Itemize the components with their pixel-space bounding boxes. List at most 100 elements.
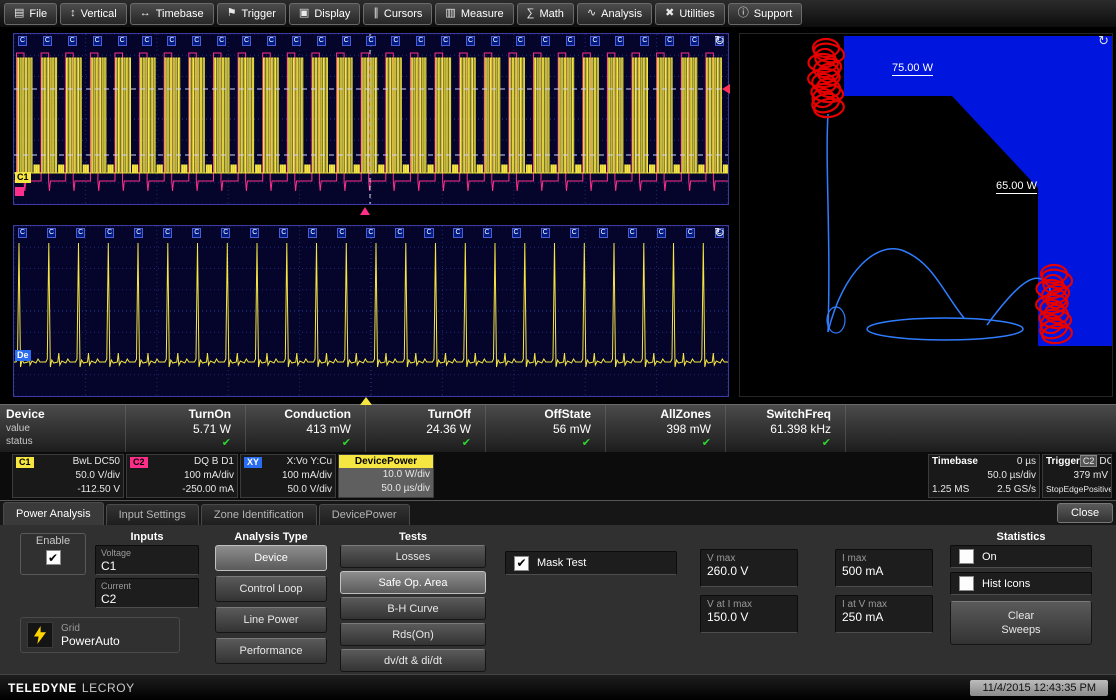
voltage-input-field[interactable]: Voltage C1 [95, 545, 199, 575]
zone-marker: C [453, 228, 462, 238]
menu-item-timebase[interactable]: ↔Timebase [130, 3, 214, 25]
zone-marker: C [424, 228, 433, 238]
menu-item-display[interactable]: ▣Display [289, 3, 360, 25]
menu-item-trigger[interactable]: ⚑Trigger [217, 3, 286, 25]
c1-descriptor[interactable]: C1BwL DC50 50.0 V/div -112.50 V [12, 454, 124, 498]
clear-sweeps-line1: Clear [1008, 609, 1034, 623]
rotate-view-icon[interactable]: ↻ [714, 34, 725, 48]
trigger-descriptor[interactable]: TriggerC2DC 379 mV StopEdgePositive [1042, 454, 1112, 498]
zone-marker: C [466, 36, 475, 46]
xy-descriptor[interactable]: XYX:Vo Y:Cu 100 mA/div 50.0 V/div [240, 454, 336, 498]
analysis-type-line-power-button[interactable]: Line Power [215, 607, 327, 633]
c2-flags: DQ B D1 [194, 456, 234, 468]
zone-marker: C [134, 228, 143, 238]
trigger-level-marker[interactable] [722, 84, 730, 94]
menu-item-cursors[interactable]: ∥Cursors [363, 3, 432, 25]
timebase-record-length: 1.25 MS [932, 484, 969, 496]
waveform-grid-bottom[interactable]: CCCCCCCCCCCCCCCCCCCCCCCCC ↻ De [13, 225, 729, 397]
timebase-descriptor[interactable]: Timebase0 µs 50.0 µs/div 1.25 MS2.5 GS/s [928, 454, 1040, 498]
clear-sweeps-button[interactable]: Clear Sweeps [950, 601, 1092, 645]
i-max-field[interactable]: I max 500 mA [835, 549, 933, 587]
measurement-row-labels: Device value status [0, 405, 125, 452]
grid-value: PowerAuto [61, 634, 120, 648]
mask-test-checkbox[interactable]: ✔ [514, 556, 529, 571]
v-at-i-max-field[interactable]: V at I max 150.0 V [700, 595, 798, 633]
c2-descriptor[interactable]: C2DQ B D1 100 mA/div -250.00 mA [126, 454, 238, 498]
datetime-display: 11/4/2015 12:43:35 PM [970, 680, 1108, 696]
mask-test-label: Mask Test [537, 556, 586, 570]
c1-offset-tag[interactable]: C1 [15, 172, 31, 183]
rotate-view-icon[interactable]: ↻ [714, 226, 725, 240]
devicepower-descriptor[interactable]: DevicePower 10.0 W/div 50.0 µs/div [338, 454, 434, 498]
v-max-label: V max [707, 553, 791, 564]
tab-input-settings[interactable]: Input Settings [106, 504, 199, 525]
statistics-on-checkbox[interactable] [959, 549, 974, 564]
devicepower-trace-tag[interactable]: De [15, 350, 31, 361]
analysis-type-performance-button[interactable]: Performance [215, 638, 327, 664]
zone-marker: C [416, 36, 425, 46]
menu-item-utilities[interactable]: ✖Utilities [655, 3, 725, 25]
measurement-column[interactable]: Conduction 413 mW ✔ [245, 405, 365, 452]
xy-channel-tag: XY [244, 457, 262, 468]
menu-item-measure[interactable]: ▥Measure [435, 3, 513, 25]
current-value: C2 [101, 592, 193, 606]
tab-zone-identification[interactable]: Zone Identification [201, 504, 317, 525]
menu-item-vertical[interactable]: ↕Vertical [60, 3, 127, 25]
measurement-name: Conduction [246, 407, 351, 422]
analysis-type-device-button[interactable]: Device [215, 545, 327, 571]
measurement-column[interactable]: TurnOff 24.36 W ✔ [365, 405, 485, 452]
trigger-time-marker[interactable] [360, 397, 372, 405]
menu-item-label: Support [754, 8, 793, 20]
c1-offset: -112.50 V [77, 484, 120, 496]
menu-item-file[interactable]: ▤File [4, 3, 57, 25]
dialog-body: Enable ✔ Inputs Voltage C1 Current C2 Gr… [0, 525, 1116, 674]
current-input-field[interactable]: Current C2 [95, 578, 199, 608]
analysis-type-control-loop-button[interactable]: Control Loop [215, 576, 327, 602]
c1-flags: BwL DC50 [73, 456, 120, 468]
zone-marker: C [317, 36, 326, 46]
menu-item-support[interactable]: ⓘSupport [728, 3, 803, 25]
brand-teledyne: TELEDYNE [8, 681, 77, 695]
menu-item-math[interactable]: ∑Math [517, 3, 574, 25]
tab-devicepower[interactable]: DevicePower [319, 504, 410, 525]
measurement-column[interactable]: SwitchFreq 61.398 kHz ✔ [725, 405, 845, 452]
zone-marker: C [242, 36, 251, 46]
c2-scale: 100 mA/div [184, 470, 234, 482]
zone-marker: C [118, 36, 127, 46]
menu-item-analysis[interactable]: ∿Analysis [577, 3, 652, 25]
enable-checkbox[interactable]: ✔ [46, 550, 61, 565]
close-button[interactable]: Close [1057, 503, 1113, 523]
measurement-name: OffState [486, 407, 591, 422]
waveform-grid-top[interactable]: CCCCCCCCCCCCCCCCCCCCCCCCCCCCC ↻ C1 [13, 33, 729, 205]
measurement-filler [845, 405, 1116, 452]
test-safe-op-area-button[interactable]: Safe Op. Area [340, 571, 486, 594]
timebase-title: Timebase [932, 456, 978, 468]
test-rds-on-button[interactable]: Rds(On) [340, 623, 486, 646]
tab-power-analysis[interactable]: Power Analysis [3, 502, 104, 525]
test-dvdt-didt-button[interactable]: dv/dt & di/dt [340, 649, 486, 672]
statistics-on-label: On [982, 550, 997, 564]
cursor-position-marker[interactable] [360, 207, 370, 215]
zone-marker-row-top: CCCCCCCCCCCCCCCCCCCCCCCCCCCCC [18, 36, 724, 46]
soa-xy-display[interactable]: ↻ 75.00 W 65.00 W [739, 33, 1113, 397]
measurement-column[interactable]: OffState 56 mW ✔ [485, 405, 605, 452]
i-at-v-max-field[interactable]: I at V max 250 mA [835, 595, 933, 633]
zone-marker: C [665, 36, 674, 46]
hist-icons-label: Hist Icons [982, 577, 1030, 591]
zone-marker: C [308, 228, 317, 238]
status-pass-icon: ✔ [366, 437, 471, 450]
trigger-mode: Stop [1046, 484, 1064, 494]
measurement-column[interactable]: TurnOn 5.71 W ✔ [125, 405, 245, 452]
c2-offset-tag[interactable] [15, 187, 24, 196]
menu-item-label: Vertical [81, 8, 117, 20]
measurement-column[interactable]: AllZones 398 mW ✔ [605, 405, 725, 452]
test-losses-button[interactable]: Losses [340, 545, 486, 568]
cursors-icon: ∥ [373, 8, 379, 19]
rotate-view-icon[interactable]: ↻ [1098, 34, 1109, 48]
grid-mode-field[interactable]: Grid PowerAuto [20, 617, 180, 653]
v-max-field[interactable]: V max 260.0 V [700, 549, 798, 587]
test-bh-curve-button[interactable]: B-H Curve [340, 597, 486, 620]
hist-icons-checkbox[interactable] [959, 576, 974, 591]
devicepower-scale: 10.0 W/div [383, 469, 430, 481]
timebase-icon: ↔ [140, 8, 151, 19]
